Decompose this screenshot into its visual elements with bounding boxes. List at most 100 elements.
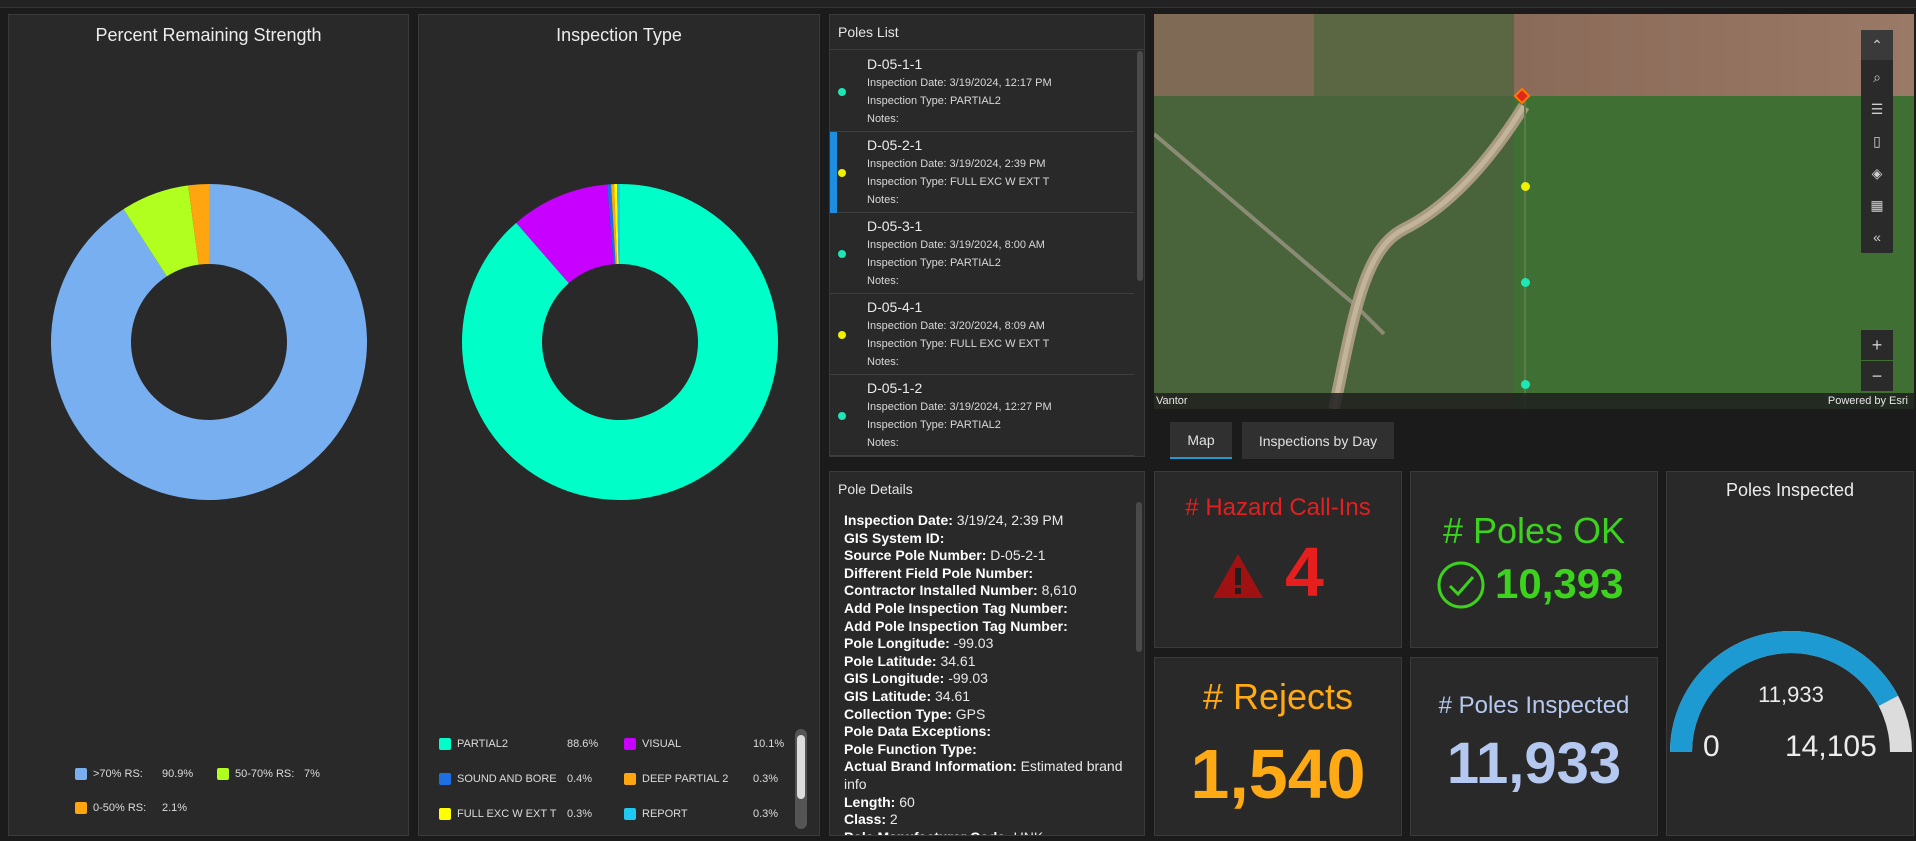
kpi-value: 10,393 (1495, 560, 1624, 607)
legend-label: FULL EXC W EXT T (457, 808, 557, 820)
legend-label: 50-70% RS: (235, 768, 295, 780)
pole-id: D-05-2-1 (867, 137, 923, 153)
pole-marker-icon[interactable] (1521, 182, 1530, 191)
legend-value: 90.9% (162, 768, 194, 780)
pole-detail-label: Pole Data Exceptions: (844, 723, 992, 740)
collapse-icon[interactable]: ⌃ (1861, 30, 1893, 60)
pole-detail-value: D-05-2-1 (990, 547, 1046, 564)
pole-detail-label: Pole Longitude: (844, 635, 954, 652)
kpi-title: # Poles Inspected (1438, 692, 1630, 719)
kpi-value: 11,933 (1446, 731, 1622, 796)
pole-id: D-05-1-1 (867, 56, 923, 72)
zoom-in-button[interactable]: + (1861, 330, 1893, 360)
pole-detail-field: Class: 2 (844, 811, 898, 827)
map-attribution-right[interactable]: Powered by Esri (1828, 395, 1908, 407)
pole-inspection-type: Inspection Type: FULL EXC W EXT T (867, 338, 1050, 350)
pole-detail-value: info (844, 776, 867, 792)
legend-icon[interactable]: ☰ (1861, 94, 1893, 124)
pole-detail-value: 8,610 (1041, 582, 1077, 599)
map-view[interactable]: Vantor Powered by Esri (1154, 14, 1914, 409)
pole-list-item[interactable]: D-05-3-1 Inspection Date: 3/19/2024, 8:0… (830, 213, 1134, 294)
pole-detail-label: Length: (844, 793, 900, 810)
pole-detail-label: Actual Brand Information: (844, 758, 1021, 775)
gauge-min: 0 (1703, 730, 1720, 763)
kpi-value: 1,540 (1190, 735, 1366, 813)
kpi-value: 4 (1285, 533, 1324, 611)
poles-list: D-05-1-1 Inspection Date: 3/19/2024, 12:… (830, 51, 1134, 456)
pole-detail-value: 2 (889, 811, 898, 828)
pole-detail-label: Collection Type: (844, 705, 956, 722)
legend-label: >70% RS: (93, 768, 143, 780)
legend-value: 0.3% (753, 773, 779, 785)
pole-inspection-date: Inspection Date: 3/19/2024, 8:00 AM (867, 239, 1045, 251)
legend-value: 7% (304, 768, 320, 780)
pole-details-scrollbar[interactable] (1136, 502, 1142, 652)
legend-scrollbar-thumb[interactable] (797, 735, 805, 799)
status-dot-icon (838, 412, 846, 420)
pole-detail-value: 3/19/24, 2:39 PM (956, 512, 1064, 528)
kpi-title: # Poles OK (1442, 510, 1626, 551)
search-icon[interactable]: ⌕ (1861, 62, 1893, 92)
pole-detail-field: Pole Data Exceptions: (844, 723, 991, 739)
pole-notes: Notes: (867, 194, 899, 206)
strength-donut-chart (50, 184, 367, 501)
bookmark-icon[interactable]: ▯ (1861, 126, 1893, 156)
map-attribution-left: Vantor (1156, 395, 1188, 407)
pole-id: D-05-4-1 (867, 299, 923, 315)
poles-ok-kpi-card: # Poles OK 10,393 (1410, 471, 1658, 648)
pole-detail-label: Class: (844, 811, 890, 828)
expand-left-icon[interactable]: « (1861, 222, 1893, 252)
layers-icon[interactable]: ◈ (1861, 158, 1893, 188)
pole-detail-field: Pole Manufacturer Code: UNK (844, 829, 1043, 835)
pole-details-fields: Inspection Date: 3/19/24, 2:39 PM GIS Sys… (830, 472, 1130, 835)
tab-inspections-by-day[interactable]: Inspections by Day (1242, 422, 1394, 459)
hazard-kpi-card: # Hazard Call-Ins 4 (1154, 471, 1402, 648)
pole-marker-icon[interactable] (1521, 278, 1530, 287)
legend-swatch (75, 768, 87, 780)
legend-label: 0-50% RS: (93, 802, 147, 814)
poles-inspected-gauge-panel: Poles Inspected 11,933 0 14,105 (1666, 471, 1914, 836)
gauge-title: Poles Inspected (1725, 480, 1855, 500)
poles-list-scrollbar[interactable] (1137, 51, 1143, 281)
pole-detail-field: Inspection Date: 3/19/24, 2:39 PM (844, 512, 1063, 528)
legend-label: DEEP PARTIAL 2 (642, 773, 729, 785)
strength-panel: Percent Remaining Strength >70% RS: 90.9… (8, 14, 409, 836)
status-dot-icon (838, 169, 846, 177)
qr-icon[interactable]: ▦ (1861, 190, 1893, 220)
pole-detail-label: GIS Latitude: (844, 688, 935, 704)
poles-list-title: Poles List (830, 15, 1144, 50)
gauge-max: 14,105 (1785, 730, 1877, 763)
legend-value: 0.4% (567, 773, 593, 785)
pole-detail-field: Actual Brand Information: Estimated bran… (844, 758, 1123, 774)
legend-scrollbar[interactable] (795, 729, 807, 829)
pole-detail-value: -99.03 (953, 635, 994, 652)
pole-marker-icon[interactable] (1521, 380, 1530, 389)
zoom-out-button[interactable]: − (1861, 361, 1893, 391)
pole-id: D-05-1-2 (867, 380, 923, 396)
pole-list-item-selected[interactable]: D-05-2-1 Inspection Date: 3/19/2024, 2:3… (830, 132, 1134, 213)
warning-icon (1213, 554, 1263, 598)
tab-map[interactable]: Map (1170, 422, 1232, 459)
status-dot-icon (838, 331, 846, 339)
inspection-legend-item: VISUAL (624, 738, 681, 750)
poles-inspected-kpi-card: # Poles Inspected 11,933 (1410, 657, 1658, 836)
legend-value: 0.3% (567, 808, 593, 820)
legend-value: 2.1% (162, 802, 188, 814)
pole-inspection-date: Inspection Date: 3/19/2024, 12:17 PM (867, 77, 1052, 89)
legend-swatch (439, 808, 451, 820)
pole-detail-value: 34.61 (940, 652, 976, 669)
pole-detail-label: GIS Longitude: (844, 670, 949, 687)
pole-list-item[interactable]: D-05-1-1 Inspection Date: 3/19/2024, 12:… (830, 51, 1134, 132)
pole-detail-label: Source Pole Number: (844, 547, 991, 564)
pole-inspection-type: Inspection Type: PARTIAL2 (867, 95, 1001, 107)
legend-swatch (439, 738, 451, 750)
pole-list-item[interactable]: D-05-1-2 Inspection Date: 3/19/2024, 12:… (830, 375, 1134, 456)
inspection-legend-item: FULL EXC W EXT T (439, 808, 556, 820)
pole-detail-value: 34.61 (935, 688, 971, 704)
pole-detail-label: Different Field Pole Number: (844, 564, 1034, 581)
pole-list-item[interactable]: D-05-4-1 Inspection Date: 3/20/2024, 8:0… (830, 294, 1134, 375)
pole-inspection-date: Inspection Date: 3/19/2024, 12:27 PM (867, 401, 1052, 413)
pole-notes: Notes: (867, 356, 899, 368)
pole-detail-field: Pole Longitude: -99.03 (844, 635, 993, 651)
pole-detail-value: GPS (955, 705, 986, 722)
